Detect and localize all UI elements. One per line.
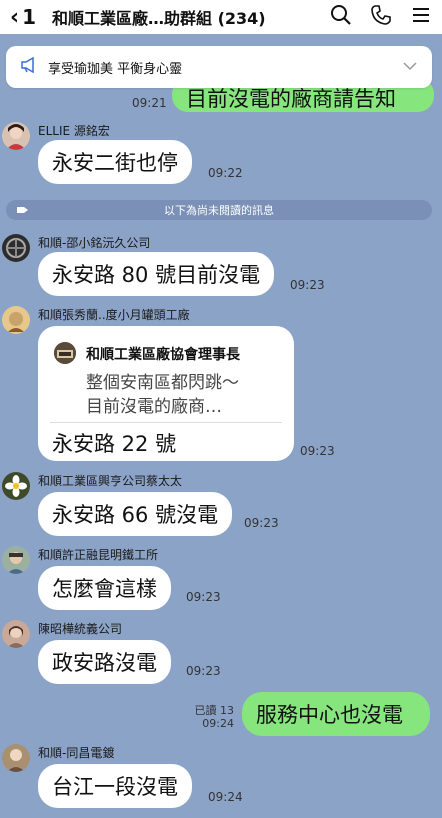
message-text: 台江一段沒電 [52,775,178,799]
read-receipt: 已讀 13 [194,704,235,717]
message-text: 永安路 22 號 [52,432,177,456]
message-time: 09:22 [208,166,243,180]
quoted-avatar [54,342,76,364]
message-bubble[interactable]: 政安路沒電 [38,640,171,684]
sender-name: 陳昭樺統義公司 [38,622,123,636]
message-time: 09:23 [186,664,221,678]
message-bubble[interactable]: 台江一段沒電 [38,764,192,808]
megaphone-icon [20,56,38,77]
search-icon[interactable] [330,4,352,26]
message-text: 永安路 80 號目前沒電 [52,263,261,287]
message-text: 服務中心也沒電 [256,703,403,727]
menu-icon[interactable] [410,4,432,26]
message-bubble[interactable]: 永安路 80 號目前沒電 [38,252,275,296]
avatar[interactable] [2,234,30,262]
sender-name: ELLIE 源銘宏 [38,124,110,138]
announcement-banner[interactable]: 享受瑜珈美 平衡身心靈 [6,46,432,88]
back-button[interactable]: ‹ 1 [10,5,36,30]
own-message-bubble[interactable]: 服務中心也沒電 [242,692,430,736]
message-time: 09:24 [208,790,243,804]
message-time: 09:23 [290,278,325,292]
tag-icon [16,204,30,219]
sender-name: 和順工業區興亨公司蔡太太 [38,474,183,488]
message-time: 09:23 [186,590,221,604]
message-time: 09:24 [202,717,234,730]
avatar[interactable] [2,744,30,772]
quoted-text: 整個安南區都閃跳～ [86,373,239,393]
phone-icon[interactable] [370,4,392,26]
unread-divider: 以下為尚未閱讀的訊息 [6,200,432,220]
avatar[interactable] [2,122,30,150]
chat-title[interactable]: 和順工業區廠…助群組 (234) [52,5,266,29]
message-time: 09:21 [132,96,167,110]
message-bubble[interactable]: 怎麼會這樣 [38,566,171,610]
avatar[interactable] [2,306,30,334]
announcement-text: 享受瑜珈美 平衡身心靈 [48,61,183,77]
unread-count: 1 [22,5,36,29]
sender-name: 和順-邵小銘沅久公司 [38,236,151,250]
message-text: 怎麼會這樣 [52,577,157,601]
sender-name: 和順張秀蘭..度小月罐頭工廠 [38,308,190,322]
message-text: 政安路沒電 [52,651,157,675]
message-text: 永安路 66 號沒電 [52,503,219,527]
reply-message-bubble[interactable]: 和順工業區廠協會理事長 整個安南區都閃跳～ 目前沒電的廠商… 永安路 22 號 [38,326,294,461]
avatar[interactable] [2,546,30,574]
chevron-left-icon: ‹ [10,4,20,30]
message-bubble[interactable]: 永安二街也停 [38,140,192,184]
quoted-text: 目前沒電的廠商… [86,397,222,417]
chat-header: ‹ 1 和順工業區廠…助群組 (234) [0,0,442,34]
message-time: 09:23 [244,516,279,530]
divider-text: 以下為尚未閱讀的訊息 [164,204,274,217]
sender-name: 和順-同昌電鍍 [38,746,115,760]
chevron-down-icon[interactable] [402,58,418,78]
divider [50,422,282,423]
message-text: 永安二街也停 [52,151,178,175]
avatar[interactable] [2,472,30,500]
quoted-message[interactable]: 和順工業區廠協會理事長 整個安南區都閃跳～ 目前沒電的廠商… [50,336,290,417]
message-time: 09:23 [300,444,335,458]
message-bubble[interactable]: 永安路 66 號沒電 [38,492,233,536]
avatar[interactable] [2,620,30,648]
sender-name: 和順許正融昆明鐵工所 [38,548,159,562]
quoted-author: 和順工業區廠協會理事長 [86,347,240,363]
